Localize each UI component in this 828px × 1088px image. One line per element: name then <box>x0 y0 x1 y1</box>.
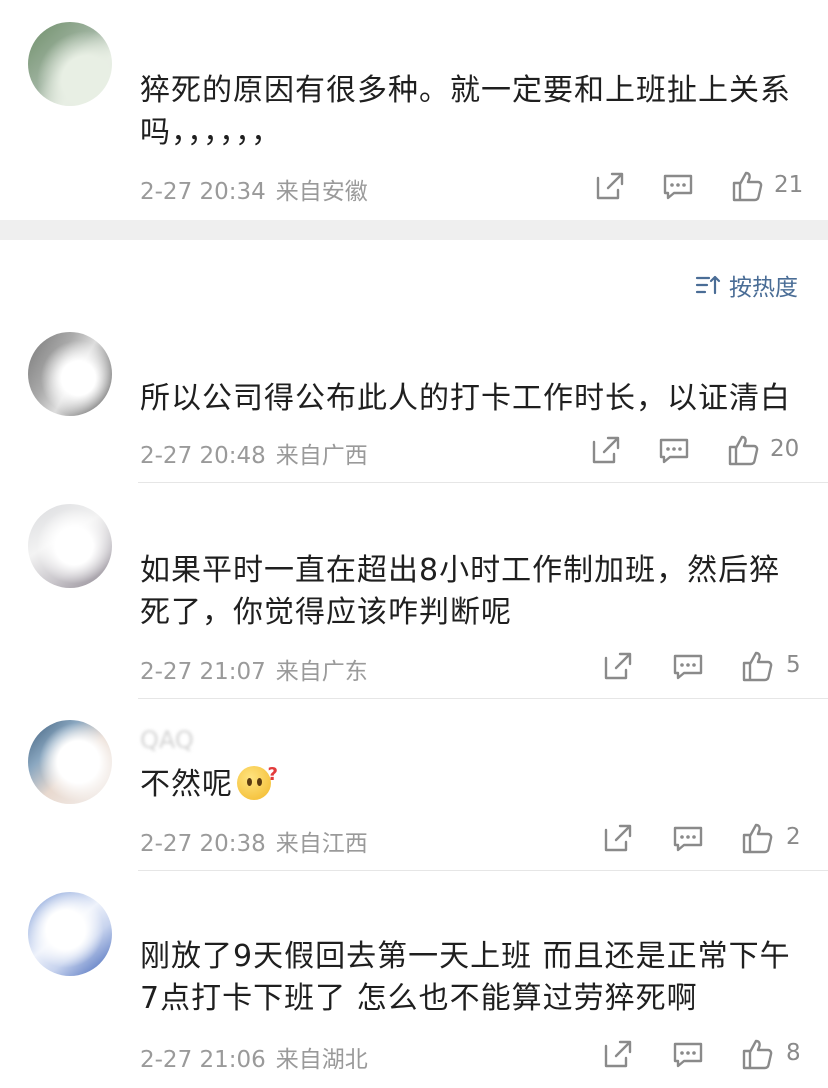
comment-meta: 2-27 21:06 来自湖北 <box>140 1040 368 1074</box>
thumbs-up-icon[interactable] <box>726 432 762 468</box>
comment-time: 2-27 20:38 <box>140 831 266 857</box>
like-count: 8 <box>786 1040 801 1066</box>
sort-label: 按热度 <box>729 275 798 301</box>
comment-location: 来自江西 <box>275 831 368 857</box>
divider <box>138 482 828 483</box>
sort-toggle[interactable]: 按热度 <box>695 268 798 302</box>
share-icon[interactable] <box>588 432 624 468</box>
comment-icon[interactable] <box>670 820 706 856</box>
avatar[interactable] <box>28 720 112 804</box>
comment-icon[interactable] <box>670 1036 706 1072</box>
comment-meta: 2-27 20:34 来自安徽 <box>140 172 368 206</box>
avatar[interactable] <box>28 892 112 976</box>
share-icon[interactable] <box>600 1036 636 1072</box>
avatar[interactable] <box>28 504 112 588</box>
thinking-emoji-icon: ? <box>237 764 278 800</box>
comment-time: 2-27 21:06 <box>140 1047 266 1073</box>
like-count: 2 <box>786 824 801 850</box>
comment-text: 刚放了9天假回去第一天上班 而且还是正常下午7点打卡下班了 怎么也不能算过劳猝死… <box>140 939 791 1016</box>
comment-meta: 2-27 20:38 来自江西 <box>140 824 368 858</box>
comment-text: 猝死的原因有很多种。就一定要和上班扯上关系吗，，，，，， <box>140 73 791 150</box>
like-count: 20 <box>770 436 800 462</box>
comment-item: 猝死的原因有很多种。就一定要和上班扯上关系吗，，，，，， 2-27 20:34 来… <box>0 0 828 220</box>
like-count: 5 <box>786 652 801 678</box>
comment-time: 2-27 20:48 <box>140 443 266 469</box>
comment-icon[interactable] <box>656 432 692 468</box>
comment-meta: 2-27 21:07 来自广东 <box>140 652 368 686</box>
sort-icon <box>695 275 721 295</box>
divider <box>138 870 828 871</box>
share-icon[interactable] <box>600 820 636 856</box>
avatar[interactable] <box>28 22 112 106</box>
share-icon[interactable] <box>600 648 636 684</box>
section-divider <box>0 220 828 240</box>
thumbs-up-icon[interactable] <box>730 168 766 204</box>
comment-location: 来自安徽 <box>275 179 368 205</box>
comment-text: 所以公司得公布此人的打卡工作时长，以证清白 <box>140 381 791 416</box>
share-icon[interactable] <box>592 168 628 204</box>
username[interactable]: QAQ <box>140 726 194 754</box>
comment-icon[interactable] <box>660 168 696 204</box>
thumbs-up-icon[interactable] <box>740 648 776 684</box>
thumbs-up-icon[interactable] <box>740 1036 776 1072</box>
comment-text: 不然呢? <box>140 764 800 806</box>
thumbs-up-icon[interactable] <box>740 820 776 856</box>
comment-time: 2-27 20:34 <box>140 179 266 205</box>
comment-location: 来自湖北 <box>275 1047 368 1073</box>
comment-location: 来自广西 <box>275 443 368 469</box>
divider <box>138 698 828 699</box>
comment-location: 来自广东 <box>275 659 368 685</box>
comment-text: 如果平时一直在超出8小时工作制加班，然后猝死了，你觉得应该咋判断呢 <box>140 553 781 630</box>
avatar[interactable] <box>28 332 112 416</box>
like-count: 21 <box>774 172 804 198</box>
comment-icon[interactable] <box>670 648 706 684</box>
comment-time: 2-27 21:07 <box>140 659 266 685</box>
comment-text-content: 不然呢 <box>140 767 233 802</box>
comment-meta: 2-27 20:48 来自广西 <box>140 436 368 470</box>
